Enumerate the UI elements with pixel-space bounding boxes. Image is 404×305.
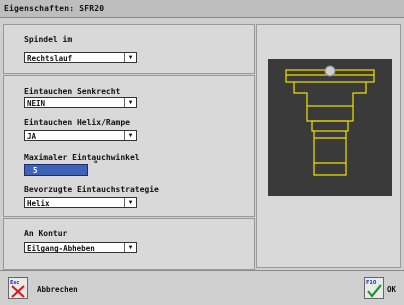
properties-window: Eigenschaften: SFR20 Spindel im Rechtsla… (0, 0, 404, 305)
svg-text:F10: F10 (366, 280, 377, 286)
contour-label: An Kontur (24, 229, 68, 238)
plunge-helix-label: Eintauchen Helix/Rampe (24, 118, 130, 127)
plunge-helix-value: JA (27, 132, 37, 141)
svg-text:Esc: Esc (10, 280, 19, 286)
contour-select[interactable]: Eilgang-Abheben ▼ (24, 242, 137, 253)
chevron-down-icon[interactable]: ▼ (124, 243, 136, 252)
tool-preview-panel (256, 24, 401, 268)
spindle-select[interactable]: Rechtslauf ▼ (24, 52, 137, 63)
strategy-label: Bevorzugte Eintauchstrategie (24, 185, 159, 194)
spindle-value: Rechtslauf (27, 54, 73, 63)
chevron-down-icon[interactable]: ▼ (124, 53, 136, 62)
strategy-select[interactable]: Helix ▼ (24, 197, 137, 208)
chevron-down-icon[interactable]: ▼ (124, 198, 136, 207)
strategy-value: Helix (27, 199, 50, 208)
spindle-group: Spindel im Rechtslauf ▼ (3, 24, 255, 74)
button-bar: Esc Abbrechen F10 OK (0, 270, 404, 305)
title-bar: Eigenschaften: SFR20 (0, 0, 404, 18)
tool-preview (268, 59, 392, 196)
cancel-icon[interactable]: Esc (8, 277, 28, 299)
max-angle-input[interactable]: 5 (24, 164, 88, 176)
plunge-vertical-select[interactable]: NEIN ▼ (24, 97, 137, 108)
chevron-down-icon[interactable]: ▼ (124, 131, 136, 140)
spindle-label: Spindel im (24, 35, 73, 44)
degree-unit: ° (93, 160, 99, 170)
plunge-vertical-value: NEIN (27, 99, 46, 108)
contour-value: Eilgang-Abheben (27, 244, 95, 253)
cancel-label: Abbrechen (37, 285, 78, 294)
ok-label: OK (387, 285, 397, 294)
max-angle-value: 5 (33, 166, 38, 175)
contour-group: An Kontur Eilgang-Abheben ▼ (3, 218, 255, 270)
max-angle-label: Maximaler Eintauchwinkel (24, 153, 140, 162)
plunge-vertical-label: Eintauchen Senkrecht (24, 87, 121, 96)
window-title: Eigenschaften: SFR20 (4, 4, 105, 13)
ok-icon[interactable]: F10 (364, 277, 384, 299)
ok-button[interactable]: F10 OK (364, 277, 404, 301)
end-mill-icon (285, 65, 375, 176)
plunge-helix-select[interactable]: JA ▼ (24, 130, 137, 141)
chevron-down-icon[interactable]: ▼ (124, 98, 136, 107)
cancel-button[interactable]: Esc Abbrechen (8, 277, 88, 301)
plunge-group: Eintauchen Senkrecht NEIN ▼ Eintauchen H… (3, 75, 255, 217)
settings-panel: Spindel im Rechtslauf ▼ Eintauchen Senkr… (3, 24, 255, 270)
